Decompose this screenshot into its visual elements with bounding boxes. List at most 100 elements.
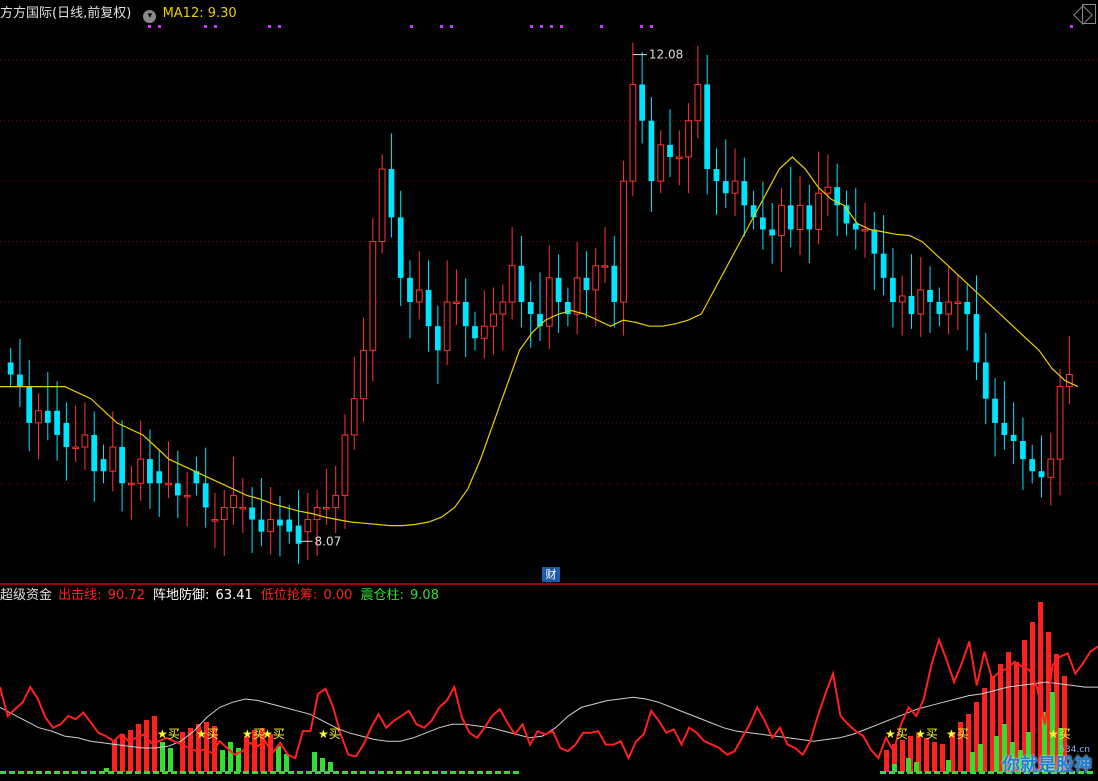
baseline-green-tick xyxy=(108,771,114,774)
baseline-green-tick xyxy=(297,771,303,774)
shake-bar-value: 9.08 xyxy=(410,588,439,603)
candle-body-up xyxy=(81,434,89,448)
candle-body-down xyxy=(407,277,413,302)
baseline-green-tick xyxy=(405,771,411,774)
baseline-green-tick xyxy=(216,771,222,774)
buy-signal: ★买 xyxy=(1048,727,1071,741)
baseline-green-tick xyxy=(378,771,384,774)
candle-body-down xyxy=(100,459,107,472)
baseline-green-tick xyxy=(432,771,438,774)
baseline-green-tick xyxy=(261,771,267,774)
baseline-green-tick xyxy=(189,771,195,774)
candle-body-down xyxy=(258,519,265,532)
bar-red xyxy=(940,744,945,772)
baseline-green-tick xyxy=(135,771,141,774)
baseline-green-tick xyxy=(9,771,15,774)
shake-bar-label: 震仓柱: xyxy=(360,588,409,603)
baseline-green-tick xyxy=(943,771,949,774)
indicator-name[interactable]: 超级资金 xyxy=(0,588,52,603)
baseline-green-tick xyxy=(45,771,51,774)
bar-green xyxy=(168,748,173,772)
candle-body-down xyxy=(249,507,255,520)
indicator-header: 超级资金 出击线: 90.72 阵地防御: 63.41 低位抢筹: 0.00 震… xyxy=(0,586,443,606)
candle-body-up xyxy=(1047,458,1055,478)
candle-body-up xyxy=(620,180,627,303)
candle-body-up xyxy=(72,446,80,450)
candle-body-up xyxy=(508,265,516,303)
kline-window: 12.08 8.07 ★买 ★买 ★买 ★买 ★买 ★买 ★买 ★买 ★买 方方国际(日线,前复权… xyxy=(0,0,1098,781)
signal-marker xyxy=(214,25,217,28)
baseline-green-tick xyxy=(468,771,474,774)
bar-green xyxy=(320,758,325,772)
candle-body-down xyxy=(119,447,125,484)
candle-body-up xyxy=(480,325,488,339)
baseline-green-tick xyxy=(486,771,492,774)
buy-signal: ★买 xyxy=(915,727,938,741)
signal-marker xyxy=(560,25,563,28)
candle-body-up xyxy=(861,228,869,232)
baseline-green-tick xyxy=(889,771,895,774)
high-price-label: 12.08 xyxy=(649,48,683,62)
bar-green xyxy=(892,764,897,772)
low-grab-value: 0.00 xyxy=(323,588,353,603)
candle-body-down xyxy=(639,84,646,121)
candle-body-down xyxy=(760,217,766,230)
baseline-green-tick xyxy=(306,771,312,774)
baseline-green-tick xyxy=(18,771,24,774)
candle-body-up xyxy=(1056,386,1064,460)
signal-marker xyxy=(410,25,413,28)
candle-body-down xyxy=(973,314,980,363)
baseline-green-tick xyxy=(423,771,429,774)
baseline-green-tick xyxy=(952,771,958,774)
baseline-green-tick xyxy=(369,771,375,774)
signal-marker xyxy=(158,25,161,28)
bar-red xyxy=(884,750,889,772)
signal-marker xyxy=(1070,25,1073,28)
candle-body-up xyxy=(360,349,367,400)
chart-canvas: 12.088.07 ★买 ★买 ★买★买 ★买 ★买 ★买 ★买 ★买 xyxy=(0,25,1098,774)
candle-body-down xyxy=(1010,434,1017,441)
baseline-green-tick xyxy=(117,771,123,774)
candle-body-up xyxy=(378,168,386,243)
ma12-line xyxy=(0,156,1079,527)
candle-body-up xyxy=(675,156,683,159)
defense-line-value: 63.41 xyxy=(215,588,253,603)
baseline-green-tick xyxy=(925,771,931,774)
buy-signal-labels: ★买 ★买 ★买★买 ★买 ★买 ★买 ★买 ★买 xyxy=(157,727,1071,741)
finance-badge[interactable]: 财 xyxy=(542,567,560,582)
baseline-green-tick xyxy=(171,771,177,774)
candle-body-up xyxy=(601,265,609,268)
settings-dot-icon[interactable]: ▾ xyxy=(143,10,157,23)
baseline-green-tick xyxy=(988,771,994,774)
candle-body-up xyxy=(369,241,377,351)
candle-body-down xyxy=(1020,441,1026,460)
signal-marker xyxy=(440,25,443,28)
bar-green xyxy=(914,762,919,772)
main-chart-header: 方方国际(日线,前复权) ▾ MA12: 9.30 xyxy=(0,4,239,24)
candle-body-down xyxy=(1001,422,1008,435)
candle-body-down xyxy=(54,410,60,435)
candle-body-down xyxy=(936,302,943,315)
baseline-green-tick xyxy=(961,771,967,774)
signal-marker xyxy=(600,25,603,28)
candle-body-up xyxy=(499,301,507,315)
baseline-green-tick xyxy=(90,771,96,774)
candle-body-up xyxy=(230,494,237,508)
candle-body-down xyxy=(648,120,655,182)
candle-body-up xyxy=(954,301,962,304)
candle-body-up xyxy=(267,519,275,533)
watermark-logo: 你就是股神 xyxy=(1002,755,1092,776)
candle-body-down xyxy=(174,483,181,496)
stock-title[interactable]: 方方国际(日线,前复权) xyxy=(0,6,131,21)
candle-body-up xyxy=(239,506,247,510)
candle-body-down xyxy=(704,84,711,170)
baseline-green-tick xyxy=(504,771,510,774)
candle-body-up xyxy=(109,446,117,472)
baseline-green-tick xyxy=(342,771,348,774)
baseline-green-tick xyxy=(234,771,240,774)
candle-body-up xyxy=(443,301,451,351)
bar-green xyxy=(978,744,983,772)
candle-body-up xyxy=(332,494,340,508)
candle-body-down xyxy=(202,483,209,508)
baseline-green-tick xyxy=(979,771,985,774)
